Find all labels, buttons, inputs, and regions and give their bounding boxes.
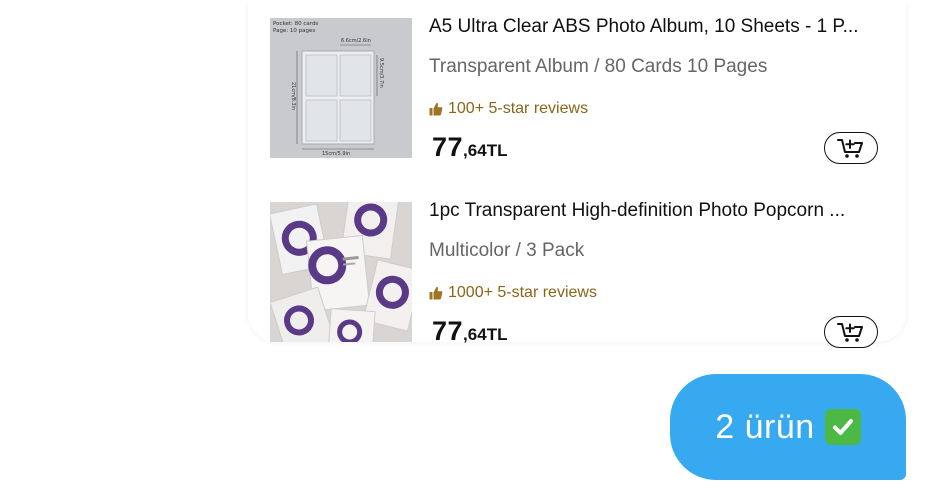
thumbs-up-icon	[429, 286, 443, 300]
thumb-height-full-text: 21cm/8.3in	[290, 82, 296, 110]
chat-message-text: 2 ürün	[715, 407, 815, 446]
add-to-cart-icon	[837, 139, 863, 158]
check-mark-button-icon	[824, 409, 861, 445]
add-to-cart-button[interactable]	[824, 132, 878, 164]
product-item[interactable]: Pocket: 80 cards Page: 10 pages 6.6cm/2.…	[248, 16, 906, 178]
thumb-width-full-text: 15cm/5.9in	[322, 151, 350, 157]
price-major: 77	[432, 132, 464, 162]
price-major: 77	[432, 316, 464, 346]
thumb-height-small-text: 9.5cm/3.7in	[378, 58, 384, 88]
product-title[interactable]: 1pc Transparent High-definition Photo Po…	[429, 200, 899, 222]
price-currency: TL	[486, 141, 508, 160]
product-price: 77,64TL	[432, 132, 507, 163]
photo-sleeves-illustration	[270, 202, 412, 342]
chat-message-bubble[interactable]: 2 ürün	[670, 374, 906, 480]
product-variant[interactable]: Transparent Album / 80 Cards 10 Pages	[429, 56, 767, 78]
product-item[interactable]: 1pc Transparent High-definition Photo Po…	[248, 200, 906, 362]
product-price: 77,64TL	[432, 316, 507, 347]
add-to-cart-icon	[837, 323, 863, 342]
product-reviews: 100+ 5-star reviews	[429, 100, 588, 118]
photo-album-illustration: Pocket: 80 cards Page: 10 pages 6.6cm/2.…	[273, 21, 384, 157]
product-reviews: 1000+ 5-star reviews	[429, 284, 597, 302]
price-currency: TL	[486, 325, 508, 344]
price-minor: ,64	[463, 325, 487, 344]
thumb-width-small-text: 6.6cm/2.6in	[341, 38, 371, 44]
reviews-text: 1000+ 5-star reviews	[448, 284, 597, 301]
price-minor: ,64	[463, 141, 487, 160]
reviews-text: 100+ 5-star reviews	[448, 100, 589, 117]
thumbs-up-icon	[429, 102, 443, 116]
product-image-photo-sleeves[interactable]	[270, 202, 412, 342]
thumb-pocket-text: Pocket: 80 cards	[273, 21, 318, 27]
thumb-page-text: Page: 10 pages	[273, 28, 315, 34]
product-list-card: Pocket: 80 cards Page: 10 pages 6.6cm/2.…	[248, 0, 906, 348]
add-to-cart-button[interactable]	[824, 316, 878, 348]
product-image-photo-album[interactable]: Pocket: 80 cards Page: 10 pages 6.6cm/2.…	[270, 18, 412, 158]
product-variant[interactable]: Multicolor / 3 Pack	[429, 240, 584, 262]
product-title[interactable]: A5 Ultra Clear ABS Photo Album, 10 Sheet…	[429, 16, 899, 38]
